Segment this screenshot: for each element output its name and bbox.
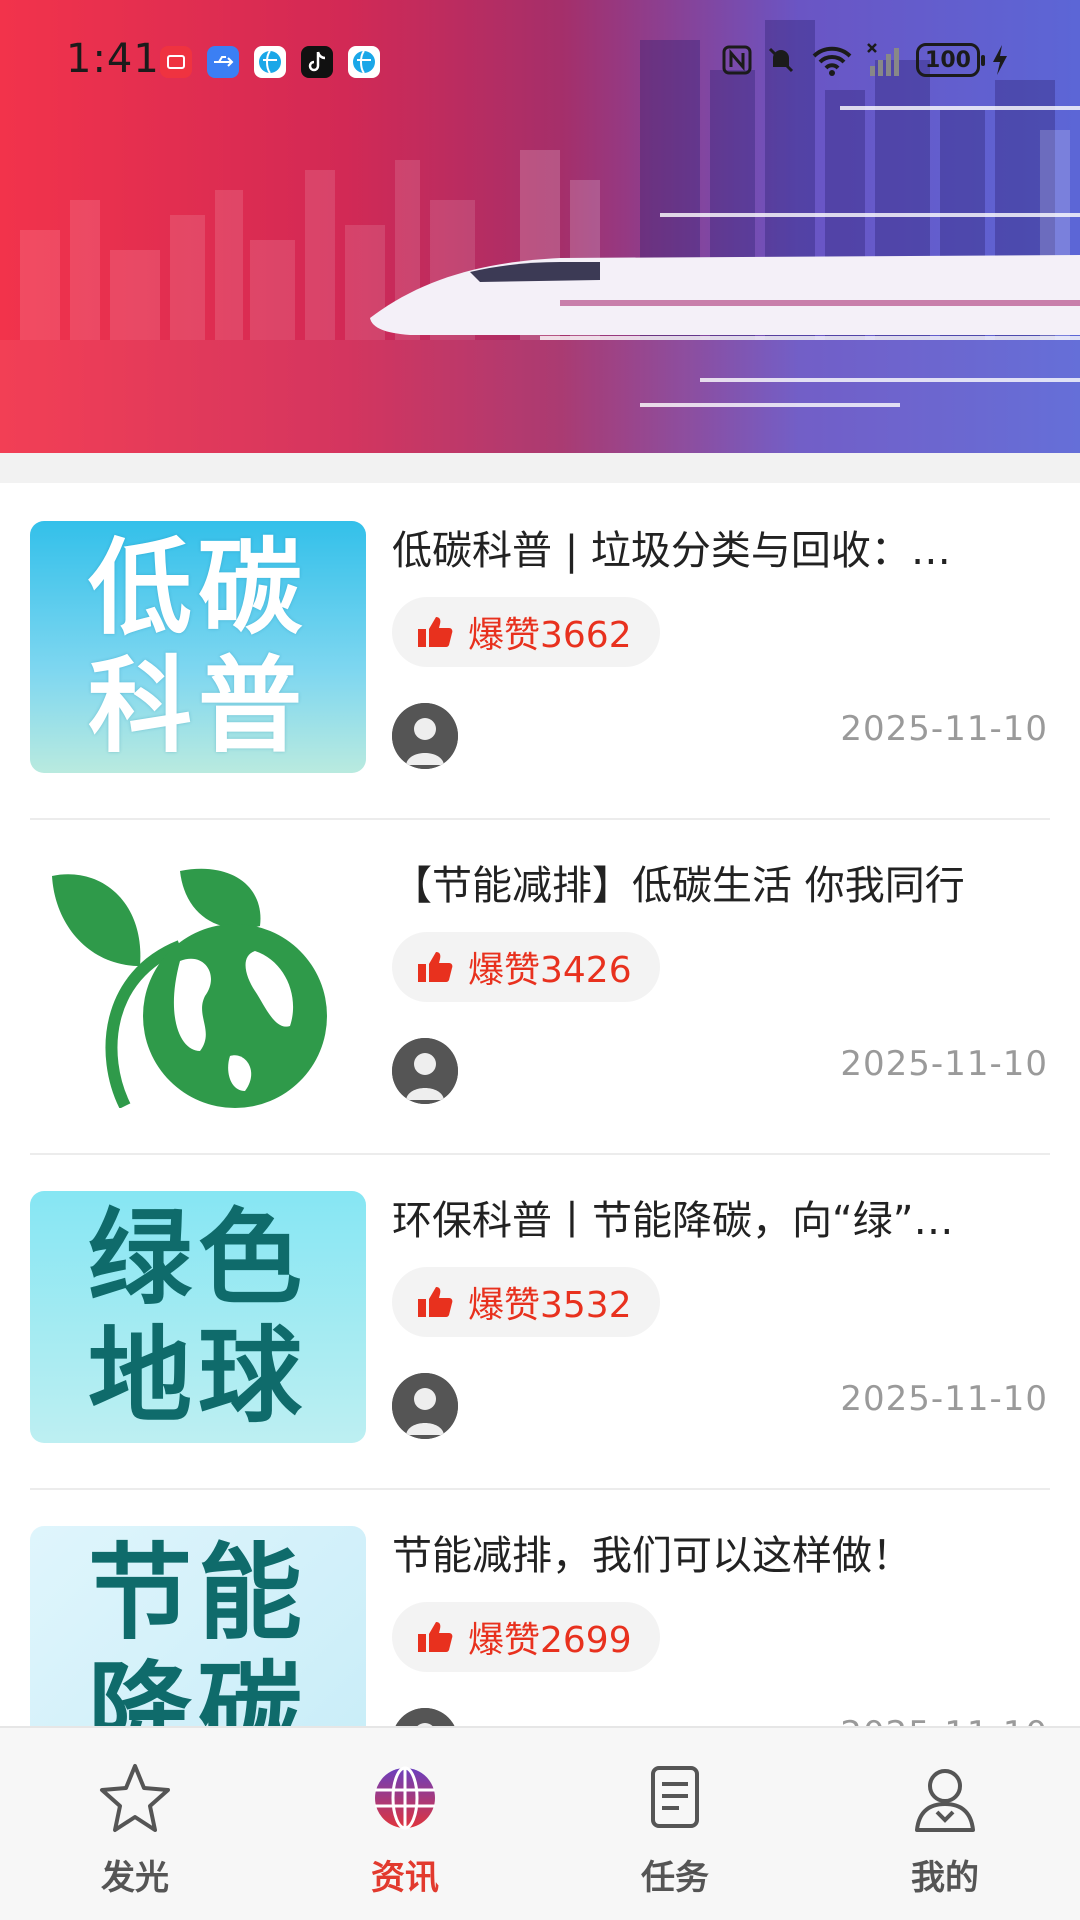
news-title[interactable]: 节能减排，我们可以这样做！ — [392, 1528, 1032, 1584]
browser-icon — [348, 46, 380, 78]
author-avatar[interactable] — [392, 1038, 458, 1104]
thumbnail-text: 科普 — [87, 645, 308, 767]
status-indicators: 100 — [720, 36, 1010, 84]
charging-icon — [993, 45, 1007, 75]
news-thumbnail: 节能 降碳 — [30, 1526, 366, 1726]
tab-label: 任务 — [641, 1858, 709, 1898]
tab-label: 我的 — [911, 1858, 979, 1898]
tab-mine[interactable]: 我的 — [810, 1728, 1080, 1920]
globe-leaf-icon — [52, 868, 327, 1108]
news-thumbnail: 绿色 地球 — [30, 1191, 366, 1443]
tab-label: 资讯 — [371, 1858, 439, 1898]
document-icon — [635, 1758, 715, 1838]
like-count: 爆赞3426 — [468, 950, 632, 991]
publish-date: 2025-11-10 — [840, 1714, 1048, 1726]
thumbs-up-icon — [418, 1287, 453, 1317]
news-thumbnail: 低碳 科普 — [30, 521, 366, 773]
like-badge[interactable]: 爆赞2699 — [392, 1602, 660, 1672]
globe-icon — [365, 1758, 445, 1838]
thumbnail-text: 节能 — [87, 1532, 308, 1654]
news-title[interactable]: 环保科普丨节能降碳，向“绿”… — [392, 1193, 1032, 1249]
star-icon — [95, 1758, 175, 1838]
like-badge[interactable]: 爆赞3532 — [392, 1267, 660, 1337]
publish-date: 2025-11-10 — [840, 1379, 1048, 1419]
news-list: 低碳 科普 低碳科普 | 垃圾分类与回收：… 爆赞3662 2025-11-10 — [0, 483, 1080, 1726]
news-item[interactable]: 低碳 科普 低碳科普 | 垃圾分类与回收：… 爆赞3662 2025-11-10 — [0, 483, 1080, 818]
news-thumbnail — [30, 856, 366, 1108]
tab-glow[interactable]: 发光 — [0, 1728, 270, 1920]
status-time: 1:41 — [66, 36, 160, 82]
like-badge[interactable]: 爆赞3426 — [392, 932, 660, 1002]
tiktok-icon — [301, 46, 333, 78]
hero-banner: 1:41 100 — [0, 0, 1080, 453]
news-item[interactable]: 绿色 地球 环保科普丨节能降碳，向“绿”… 爆赞3532 2025-11-10 — [0, 1153, 1080, 1488]
thumbnail-text: 绿色 — [87, 1197, 308, 1319]
bell-muted-icon — [768, 47, 794, 73]
author-avatar[interactable] — [392, 1708, 458, 1726]
signal-icon — [867, 43, 899, 76]
thumbnail-text: 地球 — [87, 1315, 308, 1437]
section-divider — [0, 453, 1080, 483]
author-avatar[interactable] — [392, 703, 458, 769]
thumbs-up-icon — [418, 952, 453, 982]
thumbs-up-icon — [418, 1622, 453, 1652]
huawei-store-icon — [160, 46, 192, 78]
like-count: 爆赞3662 — [468, 615, 632, 656]
tab-label: 发光 — [101, 1858, 169, 1898]
like-count: 爆赞2699 — [468, 1620, 632, 1661]
wifi-icon — [812, 46, 852, 76]
news-title[interactable]: 低碳科普 | 垃圾分类与回收：… — [392, 523, 1032, 579]
like-count: 爆赞3532 — [468, 1285, 632, 1326]
usb-icon — [207, 46, 239, 78]
browser-icon — [254, 46, 286, 78]
user-icon — [905, 1758, 985, 1838]
publish-date: 2025-11-10 — [840, 709, 1048, 749]
news-title[interactable]: 【节能减排】低碳生活 你我同行 — [392, 858, 1032, 914]
publish-date: 2025-11-10 — [840, 1044, 1048, 1084]
news-item[interactable]: 【节能减排】低碳生活 你我同行 爆赞3426 2025-11-10 — [0, 818, 1080, 1153]
battery-indicator: 100 — [916, 43, 985, 77]
thumbnail-text: 低碳 — [87, 527, 308, 649]
tab-tasks[interactable]: 任务 — [540, 1728, 810, 1920]
news-item[interactable]: 节能 降碳 节能减排，我们可以这样做！ 爆赞2699 2025-11-10 — [0, 1488, 1080, 1726]
thumbnail-text: 降碳 — [87, 1650, 308, 1726]
thumbs-up-icon — [418, 617, 453, 647]
author-avatar[interactable] — [392, 1373, 458, 1439]
bottom-tab-bar: 发光 资讯 任务 我的 — [0, 1726, 1080, 1920]
nfc-icon — [722, 45, 752, 75]
tab-news[interactable]: 资讯 — [270, 1728, 540, 1920]
like-badge[interactable]: 爆赞3662 — [392, 597, 660, 667]
